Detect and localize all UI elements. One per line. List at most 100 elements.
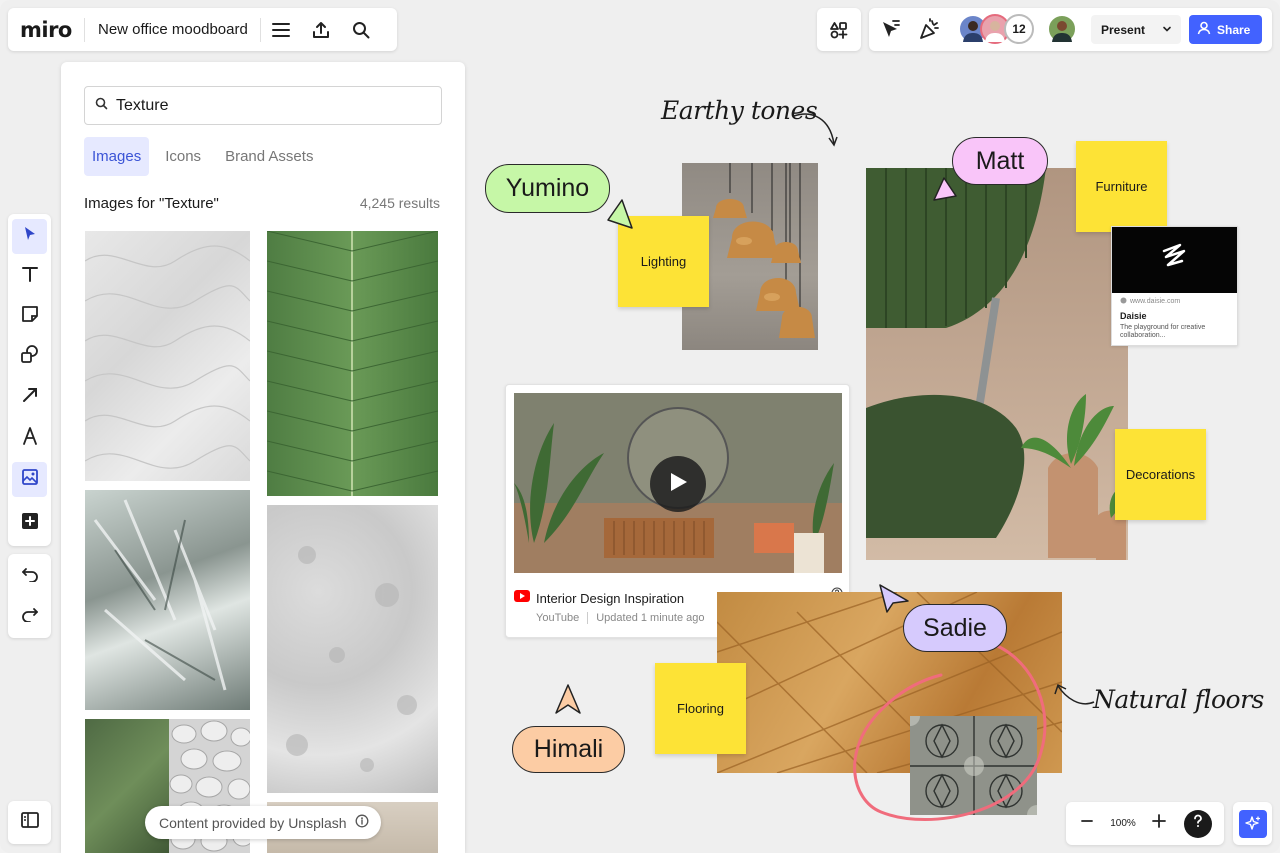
creation-toolbar bbox=[8, 214, 51, 546]
info-icon[interactable] bbox=[355, 814, 369, 831]
zoom-level[interactable]: 100% bbox=[1108, 818, 1138, 829]
arrow-icon bbox=[21, 386, 39, 409]
miro-logo[interactable]: miro bbox=[8, 18, 84, 42]
search-icon[interactable] bbox=[341, 10, 381, 50]
scribble-logo-icon bbox=[1162, 243, 1186, 267]
daisie-thumbnail bbox=[1112, 227, 1237, 293]
results-title: Images for "Texture" bbox=[84, 195, 219, 212]
tab-images[interactable]: Images bbox=[84, 137, 150, 176]
text-tool[interactable] bbox=[12, 259, 47, 294]
cursor-label-yumino: Yumino bbox=[485, 164, 610, 213]
collaborator-count-badge[interactable]: 12 bbox=[1004, 14, 1034, 44]
sidebar-icon bbox=[20, 811, 40, 834]
video-thumbnail[interactable] bbox=[514, 393, 842, 573]
play-icon bbox=[668, 471, 688, 498]
redo-button[interactable] bbox=[12, 599, 47, 634]
cursor-pointer-icon bbox=[933, 177, 957, 201]
image-search-panel: Images Icons Brand Assets Images for "Te… bbox=[61, 62, 465, 853]
shapes-tool[interactable] bbox=[12, 339, 47, 374]
daisie-link-card[interactable]: www.daisie.com Daisie The playground for… bbox=[1111, 226, 1238, 346]
add-tool[interactable] bbox=[12, 506, 47, 541]
video-meta: YouTube Updated 1 minute ago bbox=[536, 612, 704, 624]
daisie-url-row: www.daisie.com bbox=[1120, 297, 1180, 306]
sparkle-icon bbox=[1238, 809, 1267, 838]
video-title: Interior Design Inspiration bbox=[536, 590, 685, 606]
pink-highlight-scribble bbox=[853, 640, 1047, 821]
zoom-out-button[interactable] bbox=[1066, 814, 1108, 833]
image-icon bbox=[21, 468, 39, 491]
upload-icon[interactable] bbox=[301, 10, 341, 50]
present-label: Present bbox=[1101, 22, 1146, 37]
search-input[interactable] bbox=[116, 96, 416, 115]
cursor-label-matt: Matt bbox=[952, 137, 1048, 185]
minus-icon bbox=[1080, 814, 1094, 833]
sticky-note-decorations[interactable]: Decorations bbox=[1115, 429, 1206, 520]
sticky-note-flooring[interactable]: Flooring bbox=[655, 663, 746, 754]
cursor-filter-icon[interactable] bbox=[877, 16, 903, 42]
curved-arrow-icon bbox=[1054, 683, 1095, 705]
celebrate-icon[interactable] bbox=[917, 16, 943, 42]
apps-icon[interactable] bbox=[817, 8, 861, 51]
user-icon bbox=[1197, 21, 1211, 38]
sticky-note-furniture[interactable]: Furniture bbox=[1076, 141, 1167, 232]
curved-arrow-icon bbox=[793, 113, 838, 147]
text-icon bbox=[21, 265, 39, 288]
play-button[interactable] bbox=[650, 456, 706, 512]
avatar[interactable] bbox=[1047, 14, 1077, 44]
panel-toggle-button[interactable] bbox=[8, 801, 51, 844]
natural-floors-label[interactable]: Natural floors bbox=[1093, 685, 1264, 714]
share-button[interactable]: Share bbox=[1189, 15, 1262, 44]
globe-icon bbox=[1120, 297, 1127, 306]
undo-button[interactable] bbox=[12, 559, 47, 594]
arrow-tool[interactable] bbox=[12, 380, 47, 415]
cursor-pointer-icon bbox=[555, 684, 581, 714]
cursor-label-sadie: Sadie bbox=[903, 604, 1007, 652]
cursor-pointer-icon bbox=[607, 199, 633, 229]
tab-icons[interactable]: Icons bbox=[157, 137, 209, 176]
cursor-label-himali: Himali bbox=[512, 726, 625, 773]
sticky-note-icon bbox=[21, 305, 39, 328]
question-icon bbox=[1192, 814, 1204, 833]
board-title[interactable]: New office moodboard bbox=[85, 21, 260, 38]
image-result[interactable] bbox=[267, 231, 438, 496]
daisie-url: www.daisie.com bbox=[1130, 298, 1181, 305]
plus-icon bbox=[1151, 813, 1167, 834]
help-button[interactable] bbox=[1184, 809, 1212, 838]
image-tool[interactable] bbox=[12, 462, 47, 497]
image-result[interactable] bbox=[267, 505, 438, 793]
credit-text: Content provided by Unsplash bbox=[159, 814, 347, 831]
board-canvas[interactable]: miro New office moodboard 12 Present Sha… bbox=[0, 0, 1280, 853]
menu-icon[interactable] bbox=[261, 10, 301, 50]
pen-tool[interactable] bbox=[12, 421, 47, 456]
chevron-down-icon bbox=[1161, 23, 1173, 38]
tab-brand-assets[interactable]: Brand Assets bbox=[217, 137, 321, 176]
video-divider bbox=[587, 612, 589, 624]
unsplash-credit[interactable]: Content provided by Unsplash bbox=[145, 806, 381, 839]
search-box[interactable] bbox=[84, 86, 442, 125]
redo-icon bbox=[21, 606, 39, 627]
ai-assistant-button[interactable] bbox=[1233, 802, 1272, 845]
select-tool[interactable] bbox=[12, 219, 47, 254]
select-icon bbox=[22, 225, 38, 248]
shapes-icon bbox=[20, 344, 40, 369]
share-label: Share bbox=[1217, 22, 1251, 37]
history-toolbar bbox=[8, 554, 51, 638]
search-tabs: Images Icons Brand Assets bbox=[84, 137, 329, 176]
search-icon bbox=[95, 97, 108, 115]
pen-icon bbox=[21, 426, 39, 451]
board-header: miro New office moodboard bbox=[8, 8, 397, 51]
cursor-pointer-icon bbox=[879, 584, 909, 613]
video-title-row: Interior Design Inspiration bbox=[514, 589, 684, 607]
zoom-in-button[interactable] bbox=[1138, 813, 1180, 834]
daisie-description: The playground for creative collaboratio… bbox=[1120, 324, 1206, 339]
video-source: YouTube bbox=[536, 612, 580, 624]
add-icon bbox=[21, 512, 39, 535]
zoom-controls: 100% bbox=[1066, 802, 1224, 845]
undo-icon bbox=[21, 566, 39, 587]
image-result[interactable] bbox=[85, 490, 250, 710]
present-button[interactable]: Present bbox=[1091, 15, 1181, 44]
sticky-note-tool[interactable] bbox=[12, 299, 47, 334]
results-count: 4,245 results bbox=[359, 195, 440, 211]
video-updated: Updated 1 minute ago bbox=[596, 612, 705, 624]
image-result[interactable] bbox=[85, 231, 250, 481]
